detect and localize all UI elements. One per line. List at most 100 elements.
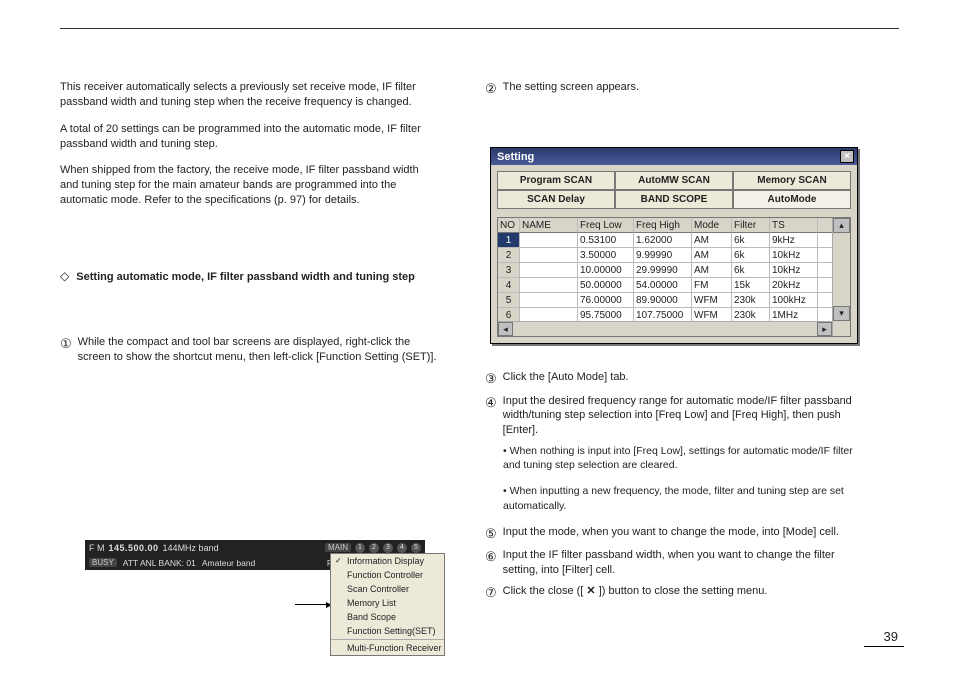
col-freqhigh: Freq High [634,218,692,233]
top-rule [60,28,899,29]
close-icon[interactable]: × [840,150,854,163]
table-row[interactable]: 5 76.0000089.90000WFM230k100kHz [498,293,850,308]
menu-band-scope[interactable]: Band Scope [331,610,444,624]
cell-ts[interactable]: 9kHz [770,233,818,248]
table-row[interactable]: 2 3.500009.99990AM6k10kHz [498,248,850,263]
bandname: 144MHz band [163,543,219,553]
cell-name[interactable] [520,248,578,263]
step-2-text: The setting screen appears. [503,80,639,98]
scroll-right-icon[interactable]: ▸ [817,322,832,336]
table-row[interactable]: 3 10.0000029.99990AM6k10kHz [498,263,850,278]
cell-mode[interactable]: AM [692,248,732,263]
cell-name[interactable] [520,278,578,293]
table-row[interactable]: 4 50.0000054.00000FM15k20kHz [498,278,850,293]
cell-filter[interactable]: 230k [732,293,770,308]
step-6-text: Input the IF filter passband width, when… [503,548,865,578]
cell-ts[interactable]: 10kHz [770,263,818,278]
context-menu: Information Display Function Controller … [330,553,445,656]
arrow-pointer [295,604,331,605]
cell-freqhigh[interactable]: 29.99990 [634,263,692,278]
table-row[interactable]: 1 0.531001.62000AM6k9kHz [498,233,850,248]
scroll-left-icon[interactable]: ◂ [498,322,513,336]
scrollbar-vertical[interactable]: ▴ ▾ [832,218,850,336]
cell-mode[interactable]: AM [692,233,732,248]
subhead: ◇ Setting automatic mode, IF filter pass… [60,268,440,285]
tab-band-scope[interactable]: BAND SCOPE [615,190,733,209]
cell-mode[interactable]: FM [692,278,732,293]
cell-ts[interactable]: 10kHz [770,248,818,263]
menu-scan-controller[interactable]: Scan Controller [331,582,444,596]
cell-filter[interactable]: 6k [732,263,770,278]
tab-scan-delay[interactable]: SCAN Delay [497,190,615,209]
menu-multifunction[interactable]: Multi-Function Receiver [331,641,444,655]
diamond-icon: ◇ [60,269,69,283]
cell-freqlow[interactable]: 0.53100 [578,233,634,248]
subhead-text: Setting automatic mode, IF filter passba… [76,271,415,283]
scroll-up-icon[interactable]: ▴ [833,218,850,233]
intro-p1: This receiver automatically selects a pr… [60,80,440,110]
right-column: ② The setting screen appears. [485,80,865,104]
cell-freqlow[interactable]: 3.50000 [578,248,634,263]
cell-filter[interactable]: 6k [732,248,770,263]
cell-ts[interactable]: 100kHz [770,293,818,308]
cell-no[interactable]: 1 [498,233,520,248]
scrollbar-horizontal[interactable]: ◂ ▸ [498,321,832,336]
cell-mode[interactable]: WFM [692,293,732,308]
cell-no[interactable]: 4 [498,278,520,293]
tabs-area: Program SCAN AutoMW SCAN Memory SCAN SCA… [491,165,857,213]
preset-1[interactable]: 1 [355,543,365,553]
left-column: This receiver automatically selects a pr… [60,80,440,370]
cell-freqlow[interactable]: 76.00000 [578,293,634,308]
cell-freqlow[interactable]: 50.00000 [578,278,634,293]
cell-freqhigh[interactable]: 9.99990 [634,248,692,263]
busy-badge: BUSY [89,558,117,567]
step-7-lead: Click the close ([ [503,585,584,597]
menu-function-setting[interactable]: Function Setting(SET) [331,624,444,638]
menu-info-display[interactable]: Information Display [331,554,444,568]
tab-automw-scan[interactable]: AutoMW SCAN [615,171,733,190]
menu-function-controller[interactable]: Function Controller [331,568,444,582]
preset-3[interactable]: 3 [383,543,393,553]
cell-filter[interactable]: 6k [732,233,770,248]
x-icon: ✕ [586,585,595,597]
step-4-text: Input the desired frequency range for au… [503,394,865,439]
step-6: ⑥ Input the IF filter passband width, wh… [485,548,865,578]
cell-name[interactable] [520,233,578,248]
cell-ts[interactable]: 20kHz [770,278,818,293]
page-number-rule [864,646,904,647]
cell-no[interactable]: 5 [498,293,520,308]
scroll-down-icon[interactable]: ▾ [833,306,850,321]
tab-memory-scan[interactable]: Memory SCAN [733,171,851,190]
tab-program-scan[interactable]: Program SCAN [497,171,615,190]
cell-freqhigh[interactable]: 54.00000 [634,278,692,293]
cell-freqhigh[interactable]: 1.62000 [634,233,692,248]
intro-p3: When shipped from the factory, the recei… [60,163,440,208]
num-4: ④ [485,394,497,439]
num-1: ① [60,335,72,365]
step-7-tail: ]) button to close the setting menu. [599,585,768,597]
tab-row-2: SCAN Delay BAND SCOPE AutoMode [497,190,851,209]
setting-window: Setting × Program SCAN AutoMW SCAN Memor… [490,147,858,344]
cell-name[interactable] [520,263,578,278]
right-column-lower: ③ Click the [Auto Mode] tab. ④ Input the… [485,370,865,608]
cell-freqlow[interactable]: 10.00000 [578,263,634,278]
step-3-text: Click the [Auto Mode] tab. [503,370,629,388]
preset-5[interactable]: 5 [411,543,421,553]
intro-p3b: Refer to the specifications (p. 97) for … [144,194,359,206]
grid-body: 1 0.531001.62000AM6k9kHz 2 3.500009.99990AM… [498,233,850,323]
preset-4[interactable]: 4 [397,543,407,553]
cell-mode[interactable]: AM [692,263,732,278]
preset-2[interactable]: 2 [369,543,379,553]
cell-freqhigh[interactable]: 89.90000 [634,293,692,308]
cell-filter[interactable]: 15k [732,278,770,293]
step-4-note-a: • When nothing is input into [Freq Low],… [503,444,865,472]
step-7-text: Click the close ([ ✕ ]) button to close … [503,584,768,602]
amateur-band-label: Amateur band [202,558,255,568]
cell-no[interactable]: 3 [498,263,520,278]
menu-memory-list[interactable]: Memory List [331,596,444,610]
cell-no[interactable]: 2 [498,248,520,263]
tab-automode[interactable]: AutoMode [733,190,851,209]
page-number: 39 [884,629,898,644]
step-2: ② The setting screen appears. [485,80,865,98]
cell-name[interactable] [520,293,578,308]
